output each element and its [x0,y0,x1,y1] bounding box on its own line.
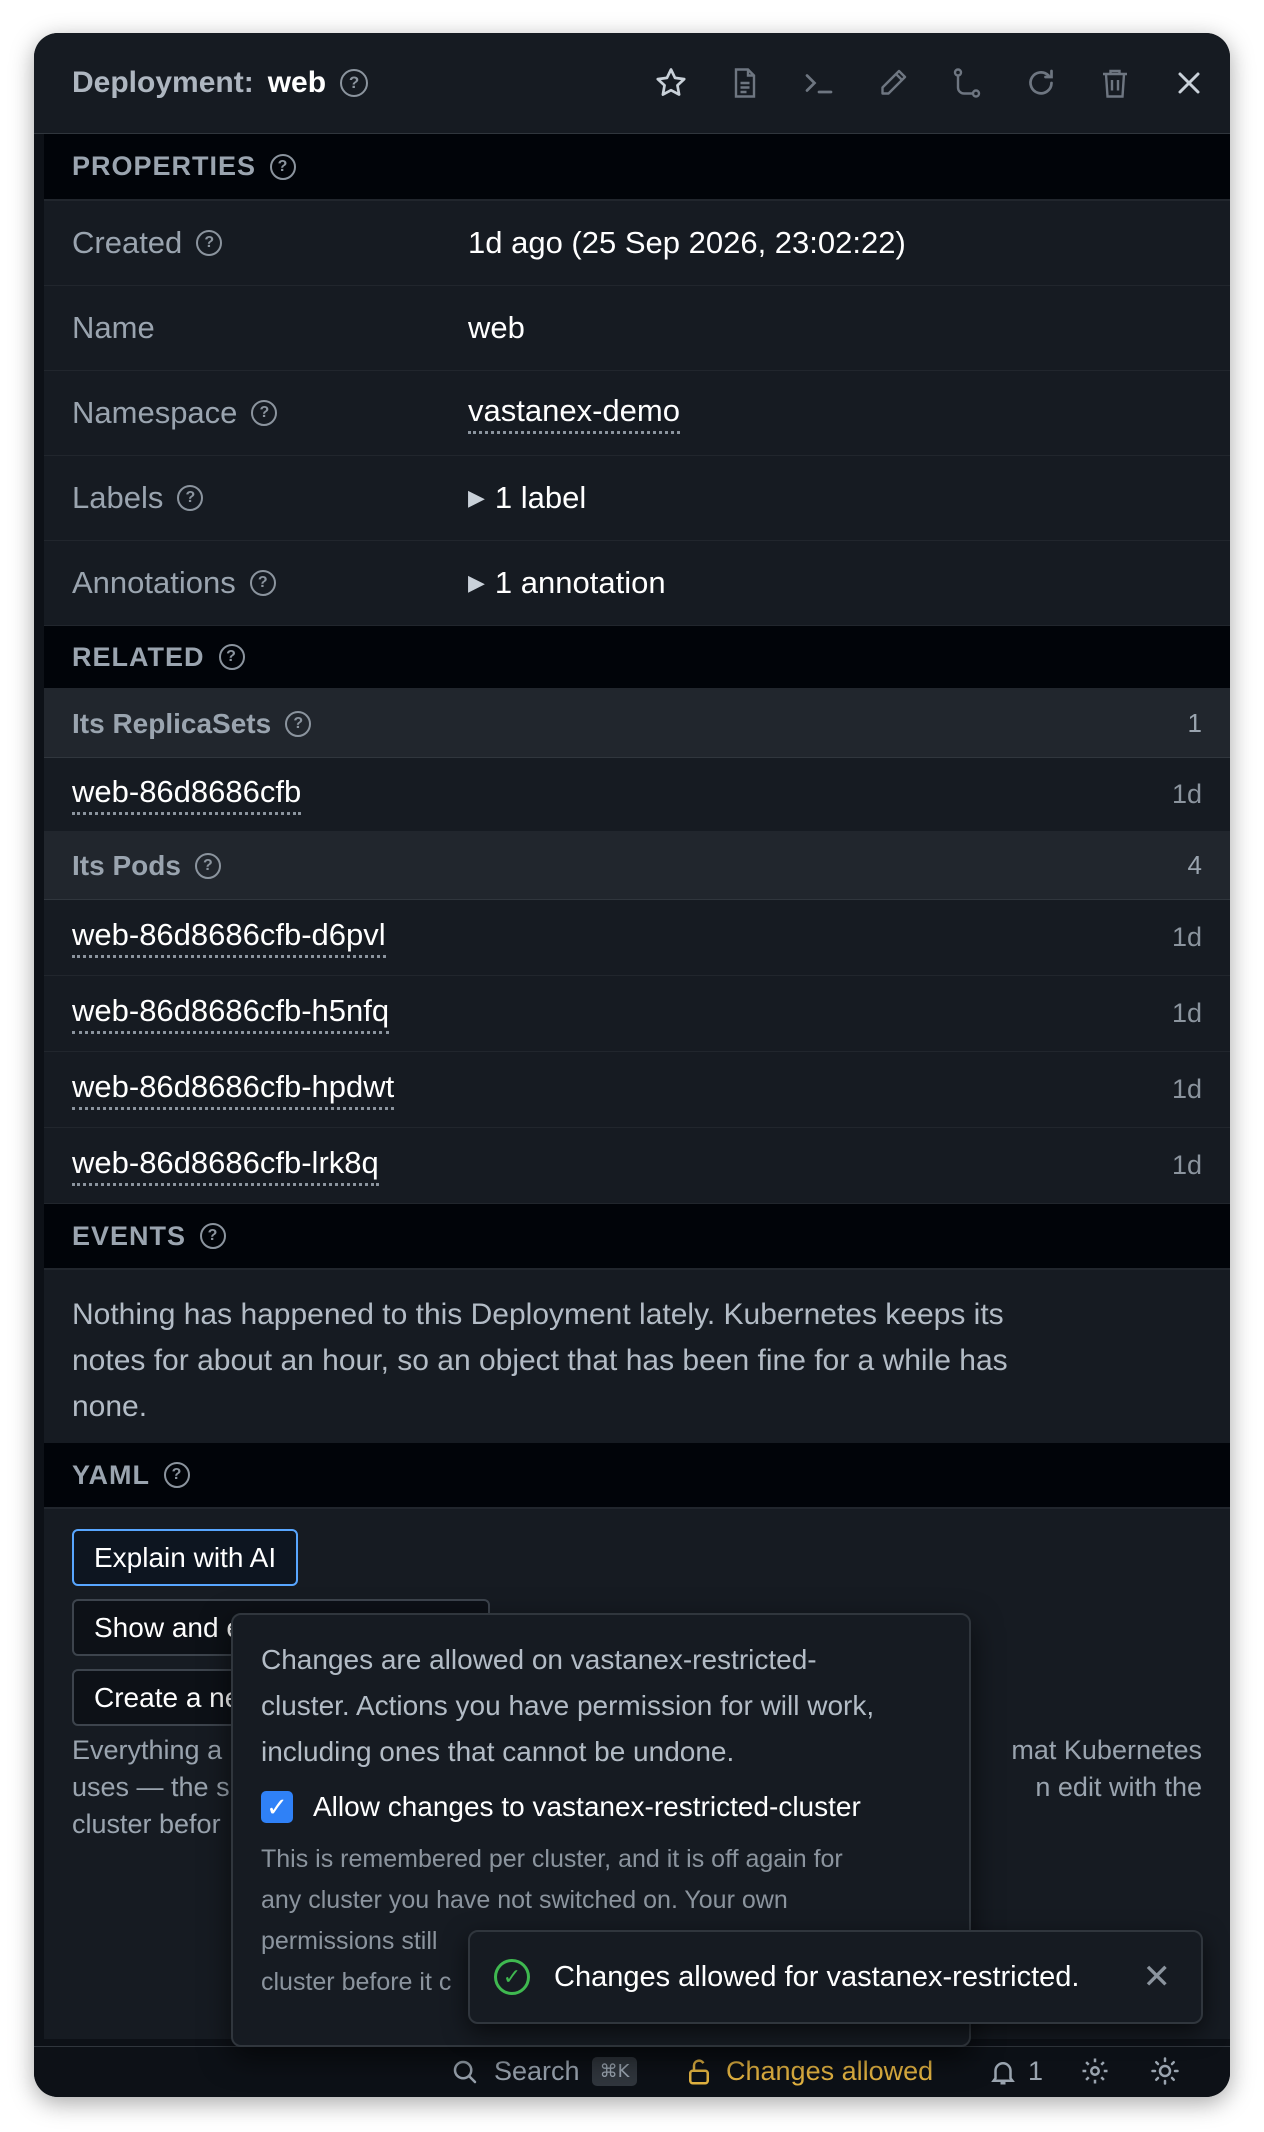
help-icon[interactable]: ? [340,69,369,97]
help-icon[interactable]: ? [194,852,221,879]
pods-count: 4 [1187,850,1202,880]
age-value: 1d [1171,779,1202,809]
property-key: Created? [72,225,468,261]
property-value: web [468,310,525,345]
explain-with-ai-button[interactable]: Explain with AI [72,1529,299,1586]
sun-icon [1151,2057,1179,2085]
section-events: EVENTS ? [44,1204,1230,1270]
bell-icon [991,2061,1015,2084]
terminal-icon[interactable] [782,58,856,108]
pod-link[interactable]: web-86d8686cfb-lrk8q [72,1145,379,1186]
replicasets-count: 1 [1187,708,1202,738]
close-icon[interactable] [1152,58,1226,108]
pencil-icon[interactable] [856,58,930,108]
section-title: RELATED [72,641,205,672]
allow-changes-label: Allow changes to vastanex-restricted-clu… [313,1791,861,1822]
help-icon[interactable]: ? [218,644,245,670]
age-value: 1d [1171,922,1202,952]
notifications-button[interactable]: 1 [988,2056,1043,2087]
unlock-icon [689,2058,709,2084]
help-icon[interactable]: ? [177,485,204,511]
property-key: Namespace? [72,395,468,431]
disclosure-triangle-icon: ▶ [468,485,485,510]
toast-notification: ✓ Changes allowed for vastanex-restricte… [468,1930,1203,2024]
search-label: Search [494,2056,580,2086]
replicaset-row[interactable]: web-86d8686cfb 1d [44,758,1230,832]
events-empty-message: Nothing has happened to this Deployment … [44,1270,1230,1443]
toast-message: Changes allowed for vastanex-restricted. [554,1960,1080,1993]
popover-message: Changes are allowed on vastanex-restrict… [261,1644,875,1767]
gear-icon [1082,2058,1108,2084]
property-key: Name [72,310,155,345]
property-row-created: Created? 1d ago (25 Sep 2026, 23:02:22) [44,201,1230,286]
allow-changes-checkbox[interactable]: ✓ [261,1791,293,1823]
check-circle-icon: ✓ [494,1959,530,1995]
labels-disclosure[interactable]: ▶ 1 label [468,480,586,516]
replicaset-link[interactable]: web-86d8686cfb [72,774,302,815]
property-row-name: Name web [44,286,1230,371]
pod-link[interactable]: web-86d8686cfb-hpdwt [72,1069,395,1110]
age-value: 1d [1171,1074,1202,1104]
section-title: YAML [72,1459,151,1490]
search-shortcut: ⌘K [591,2057,638,2086]
window-header: Deployment: web ? [34,33,1230,134]
help-icon[interactable]: ? [196,230,223,256]
star-icon[interactable] [634,58,708,108]
trash-icon[interactable] [1078,58,1152,108]
pod-row[interactable]: web-86d8686cfb-d6pvl 1d [44,900,1230,976]
property-value: 1d ago (25 Sep 2026, 23:02:22) [468,225,906,260]
annotations-disclosure[interactable]: ▶ 1 annotation [468,565,666,601]
page-title: Deployment: web ? [72,66,369,100]
settings-button[interactable] [1080,2056,1110,2086]
pods-header: Its Pods? 4 [44,832,1230,900]
section-title: PROPERTIES [72,151,257,181]
age-value: 1d [1171,1150,1202,1180]
resource-kind: Deployment: [72,66,254,99]
pod-link[interactable]: web-86d8686cfb-h5nfq [72,993,390,1034]
property-row-annotations: Annotations? ▶ 1 annotation [44,541,1230,626]
help-icon[interactable]: ? [200,1223,227,1249]
search-button[interactable]: Search ⌘K [450,2056,638,2087]
help-icon[interactable]: ? [285,710,312,737]
namespace-link[interactable]: vastanex-demo [468,393,680,434]
toast-close-icon[interactable]: ✕ [1143,1957,1172,1997]
allow-changes-checkbox-row[interactable]: ✓ Allow changes to vastanex-restricted-c… [261,1791,941,1823]
search-icon [453,2060,477,2083]
property-key: Labels? [72,480,468,516]
header-toolbar [634,58,1226,108]
replicasets-header: Its ReplicaSets? 1 [44,690,1230,758]
section-properties: PROPERTIES ? [44,134,1230,201]
help-icon[interactable]: ? [270,153,297,180]
section-related: RELATED ? [44,626,1230,690]
help-icon[interactable]: ? [251,400,278,426]
document-icon[interactable] [708,58,782,108]
section-yaml: YAML ? [44,1443,1230,1509]
property-row-namespace: Namespace? vastanex-demo [44,371,1230,456]
pod-row[interactable]: web-86d8686cfb-h5nfq 1d [44,976,1230,1052]
branch-icon[interactable] [930,58,1004,108]
age-value: 1d [1171,998,1202,1028]
help-icon[interactable]: ? [164,1462,191,1488]
disclosure-triangle-icon: ▶ [468,570,485,595]
property-row-labels: Labels? ▶ 1 label [44,456,1230,541]
pod-row[interactable]: web-86d8686cfb-hpdwt 1d [44,1052,1230,1128]
resource-name: web [267,66,327,99]
pod-link[interactable]: web-86d8686cfb-d6pvl [72,917,386,958]
changes-allowed-label: Changes allowed [726,2056,934,2086]
refresh-icon[interactable] [1004,58,1078,108]
notifications-count: 1 [1028,2056,1044,2086]
property-key: Annotations? [72,565,468,601]
help-icon[interactable]: ? [249,570,276,596]
status-bar: Search ⌘K Changes allowed 1 [34,2046,1230,2097]
changes-allowed-button[interactable]: Changes allowed [684,2056,933,2087]
theme-toggle-button[interactable] [1150,2056,1180,2086]
section-title: EVENTS [72,1220,187,1251]
pod-row[interactable]: web-86d8686cfb-lrk8q 1d [44,1128,1230,1204]
